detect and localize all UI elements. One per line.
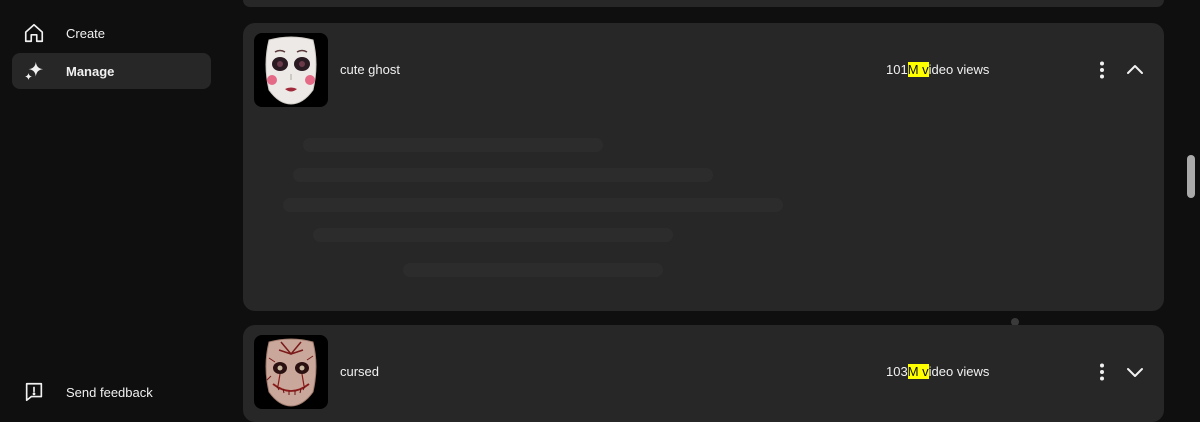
effect-title: cursed	[340, 364, 380, 379]
more-options-button[interactable]	[1090, 58, 1114, 82]
expand-button[interactable]	[1123, 360, 1147, 384]
chevron-up-icon	[1127, 65, 1143, 74]
sidebar-item-label: Manage	[66, 63, 115, 79]
views-count: 103	[886, 364, 908, 379]
effect-card-header[interactable]: cute ghost 101M video views	[243, 23, 1164, 118]
send-feedback-button[interactable]: Send feedback	[12, 374, 211, 410]
placeholder-line	[403, 263, 663, 277]
scrollbar-thumb[interactable]	[1187, 155, 1195, 198]
placeholder-line	[313, 228, 673, 242]
views-label: ideo views	[928, 364, 990, 379]
effect-card: cursed 103M video views	[243, 325, 1164, 422]
effect-card: cute ghost 101M video views	[243, 23, 1164, 311]
sidebar-item-manage[interactable]: Manage	[12, 53, 211, 89]
search-highlight: M v	[907, 62, 929, 77]
effect-title: cute ghost	[340, 62, 400, 77]
main-content: cute ghost 101M video views cursed 103M …	[222, 0, 1200, 422]
placeholder-line	[303, 138, 603, 152]
previous-card-edge	[243, 0, 1164, 7]
more-options-button[interactable]	[1090, 360, 1114, 384]
effect-thumbnail	[254, 335, 328, 409]
collapse-button[interactable]	[1123, 58, 1147, 82]
cursed-doll-face-icon	[265, 338, 317, 407]
sidebar-item-label: Send feedback	[66, 384, 153, 400]
views-count: 101	[886, 62, 908, 77]
effect-views: 103M video views	[886, 364, 989, 379]
chevron-down-icon	[1127, 368, 1143, 377]
home-icon	[22, 21, 46, 45]
ghost-doll-face-icon	[265, 36, 317, 105]
search-highlight: M v	[907, 364, 929, 379]
sidebar-item-label: Create	[66, 25, 106, 41]
effect-details-panel	[283, 123, 843, 303]
placeholder-line	[293, 168, 713, 182]
more-vert-icon	[1100, 61, 1104, 79]
more-vert-icon	[1100, 363, 1104, 381]
effect-card-header[interactable]: cursed 103M video views	[243, 325, 1164, 420]
views-label: ideo views	[928, 62, 990, 77]
sidebar: Create Manage Send feedback	[0, 0, 222, 422]
sparkle-icon	[22, 59, 46, 83]
sidebar-item-create[interactable]: Create	[12, 15, 211, 51]
placeholder-line	[283, 198, 783, 212]
effect-views: 101M video views	[886, 62, 989, 77]
feedback-icon	[22, 380, 46, 404]
effect-thumbnail	[254, 33, 328, 107]
